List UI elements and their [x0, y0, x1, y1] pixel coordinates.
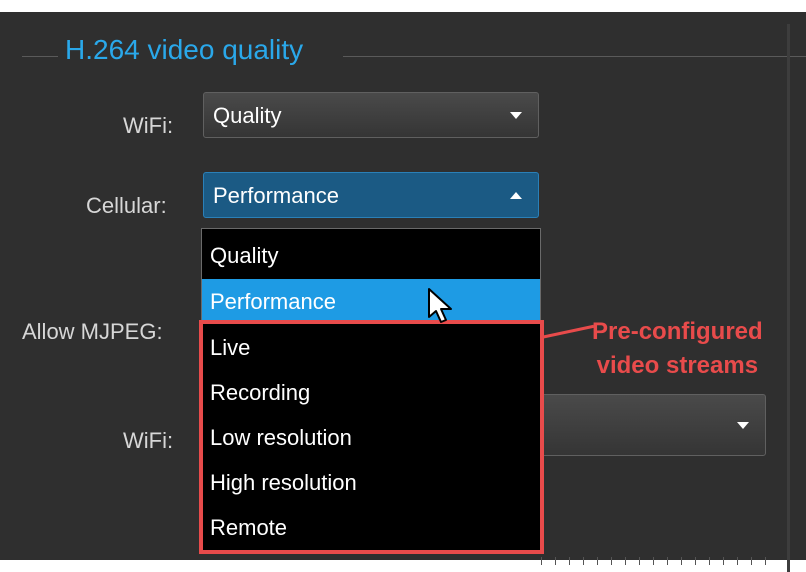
group-divider-left: [22, 56, 58, 57]
h264-wifi-label: WiFi:: [123, 113, 174, 138]
slider-ticks: [541, 557, 771, 565]
allow-mjpeg-label: Allow MJPEG:: [22, 319, 163, 344]
option-label: Quality: [210, 243, 279, 268]
group-title: H.264 video quality: [65, 34, 304, 65]
group-divider-right: [343, 56, 806, 57]
callout-annotation: Pre-configured video streams: [592, 315, 763, 383]
panel-edge: [787, 24, 790, 572]
chevron-down-icon: [510, 112, 522, 119]
h264-wifi-value: Quality: [213, 103, 282, 128]
callout-line-2: video streams: [596, 352, 759, 379]
option-label: Performance: [210, 289, 336, 314]
h264-cellular-label: Cellular:: [86, 193, 167, 218]
h264-cellular-dropdown[interactable]: Performance: [203, 172, 539, 218]
h264-cellular-value: Performance: [213, 183, 339, 208]
option-performance[interactable]: Performance: [202, 279, 540, 323]
option-quality[interactable]: Quality: [202, 233, 540, 277]
chevron-down-icon: [737, 422, 749, 429]
callout-line-1: Pre-configured: [592, 318, 763, 345]
highlight-box: [199, 320, 544, 554]
mjpeg-wifi-label: WiFi:: [123, 428, 174, 453]
mouse-cursor-icon: [428, 288, 452, 323]
mjpeg-wifi-dropdown[interactable]: [540, 394, 766, 456]
chevron-up-icon: [510, 192, 522, 199]
h264-wifi-dropdown[interactable]: Quality: [203, 92, 539, 138]
